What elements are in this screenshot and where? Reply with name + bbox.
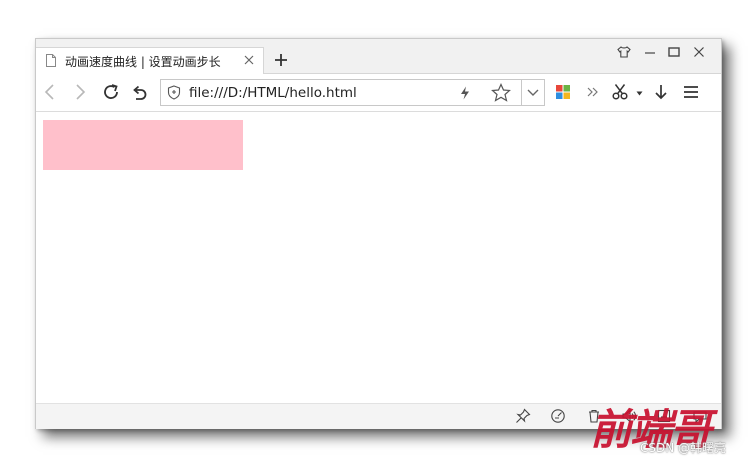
forward-icon[interactable] <box>71 83 89 101</box>
back-icon[interactable] <box>42 83 60 101</box>
address-bar[interactable]: file:///D:/HTML/hello.html <box>160 79 545 106</box>
shirt-icon[interactable] <box>617 45 631 59</box>
animated-box <box>43 120 243 170</box>
tab-close-icon[interactable] <box>244 55 254 65</box>
tab-title: 动画速度曲线 | 设置动画步长 <box>65 55 221 69</box>
apps-icon[interactable] <box>554 83 572 101</box>
address-text[interactable]: file:///D:/HTML/hello.html <box>189 85 357 101</box>
watermark-credit: CSDN @韩曙亮 <box>640 441 727 455</box>
download-icon[interactable] <box>652 83 670 101</box>
reload-icon[interactable] <box>102 83 120 101</box>
shield-icon[interactable] <box>167 85 181 100</box>
chevron-down-icon <box>527 89 539 96</box>
lightning-icon[interactable] <box>459 86 471 100</box>
more-icon[interactable] <box>584 83 602 101</box>
new-tab-icon[interactable] <box>274 53 288 67</box>
speed-icon[interactable] <box>550 408 566 424</box>
star-icon[interactable] <box>491 83 511 102</box>
menu-icon[interactable] <box>682 83 700 101</box>
document-icon <box>46 54 56 67</box>
tab-active[interactable]: 动画速度曲线 | 设置动画步长 <box>36 47 264 74</box>
page-content <box>36 112 721 403</box>
undo-icon[interactable] <box>130 83 148 101</box>
scissors-icon[interactable] <box>611 83 629 101</box>
address-dropdown[interactable] <box>521 79 545 106</box>
tab-bar: 动画速度曲线 | 设置动画步长 <box>36 39 721 74</box>
maximize-icon[interactable] <box>667 45 681 59</box>
browser-window: 动画速度曲线 | 设置动画步长 file:///D:/HTML/hello.ht… <box>35 38 722 429</box>
pin-icon[interactable] <box>515 408 531 424</box>
close-icon[interactable] <box>692 45 706 59</box>
scissors-dropdown-icon[interactable] <box>636 91 643 96</box>
toolbar: file:///D:/HTML/hello.html <box>36 74 721 112</box>
minimize-icon[interactable] <box>643 45 657 59</box>
